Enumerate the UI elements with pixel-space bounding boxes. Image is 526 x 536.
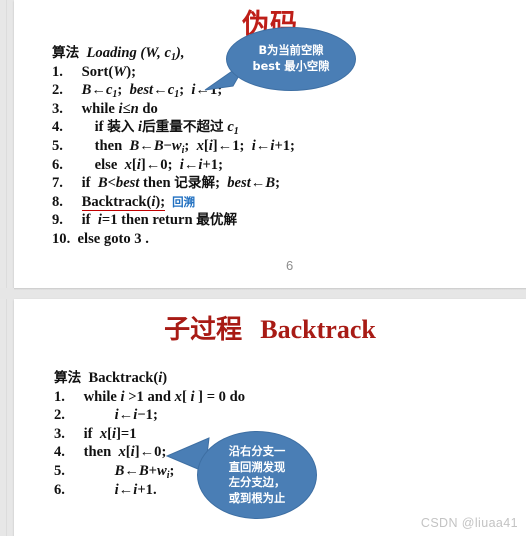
line-text: Backtrack(i); <box>81 193 166 211</box>
algorithm-name: Loading (W, c1), <box>86 45 185 63</box>
backtrack-annotation: 回溯 <box>172 194 196 209</box>
line-number: 10. <box>52 230 71 247</box>
code-line-backtrack: 8. Backtrack(i); 回溯 <box>52 193 295 212</box>
line-text: then B←B−wi; x[i]←1; i←i+1; <box>94 137 295 156</box>
csdn-watermark: CSDN @liuaa41 <box>420 516 518 530</box>
line-number: 2. <box>54 407 65 424</box>
line-number: 3. <box>54 425 65 442</box>
callout-line: 沿右分支一 <box>228 445 286 458</box>
code-line: 4. if 装入 i后重量不超过 c1 <box>52 118 295 137</box>
line-number: 6. <box>54 481 65 498</box>
callout-line: best 最小空隙 <box>252 60 330 73</box>
slide-pseudocode[interactable]: 伪码 算法 Loading (W, c1), 1. Sort(W); 2. B←… <box>14 0 526 288</box>
algorithm-keyword: 算法 <box>52 45 80 61</box>
line-number: 4. <box>54 444 65 461</box>
line-number: 3. <box>52 100 63 117</box>
line-text: if B<best then 记录解; best←B; <box>81 175 280 192</box>
slide2-title-cjk: 子过程 <box>164 315 243 345</box>
algorithm-name: Backtrack(i) <box>88 370 168 386</box>
line-text: else x[i]←0; i←i+1; <box>94 156 223 173</box>
slide2-title-en: Backtrack <box>260 315 376 344</box>
callout-bubble-definitions[interactable]: B为当前空隙 best 最小空隙 <box>226 27 356 91</box>
line-text: if 装入 i后重量不超过 c1 <box>94 119 239 138</box>
algorithm-header-line: 算法 Backtrack(i) <box>54 369 245 388</box>
line-text: Sort(W); <box>81 63 136 80</box>
line-number: 9. <box>52 212 63 229</box>
line-number: 7. <box>52 175 63 192</box>
line-number: 2. <box>52 82 63 99</box>
line-number: 1. <box>54 388 65 405</box>
callout-bubble-backtrack-note[interactable]: 沿右分支一 直回溯发现 左分支边， 或到根为止 <box>197 431 317 519</box>
callout-line: B为当前空隙 <box>258 44 324 57</box>
callout-line: 或到根为止 <box>228 491 286 505</box>
line-text: then x[i]←0; <box>83 444 167 461</box>
line-text: while i >1 and x[ i ] = 0 do <box>83 388 246 405</box>
line-text: else goto 3 . <box>73 230 149 247</box>
line-text: i←i−1; <box>114 407 158 424</box>
line-number: 1. <box>52 63 63 80</box>
line-number: 4. <box>52 119 63 136</box>
slide2-title: 子过程 Backtrack <box>14 309 526 346</box>
line-text: if x[i]=1 <box>83 425 137 442</box>
line-text: i←i+1. <box>114 481 157 498</box>
code-line: 7. if B<best then 记录解; best←B; <box>52 174 295 193</box>
line-text: B←c1; best←c1; i←1; <box>81 82 223 101</box>
callout-line: 左分支边， <box>228 476 286 489</box>
left-gutter <box>0 0 14 536</box>
code-line: 6. else x[i]←0; i←i+1; <box>52 156 295 175</box>
code-line: 5. then B←B−wi; x[i]←1; i←i+1; <box>52 137 295 156</box>
code-line: 1. while i >1 and x[ i ] = 0 do <box>54 388 245 407</box>
line-number: 5. <box>54 462 65 479</box>
line-text: if i=1 then return 最优解 <box>81 212 238 229</box>
slide-viewer: 伪码 算法 Loading (W, c1), 1. Sort(W); 2. B←… <box>0 0 526 536</box>
slide-separator-shadow <box>14 288 526 290</box>
gutter-divider <box>6 0 7 536</box>
code-line: 2. i←i−1; <box>54 406 245 425</box>
line-number: 6. <box>52 156 63 173</box>
line-number: 8. <box>52 193 63 210</box>
algorithm-keyword: 算法 <box>54 370 82 386</box>
code-line: 10. else goto 3 . <box>52 230 295 249</box>
line-text: while i≤n do <box>81 100 158 117</box>
callout-line: 直回溯发现 <box>228 460 286 474</box>
line-number: 5. <box>52 137 63 154</box>
code-line: 3. while i≤n do <box>52 100 295 119</box>
code-line: 9. if i=1 then return 最优解 <box>52 211 295 230</box>
page-number: 6 <box>286 258 294 273</box>
code-line: 3. if x[i]=1 <box>54 425 245 444</box>
